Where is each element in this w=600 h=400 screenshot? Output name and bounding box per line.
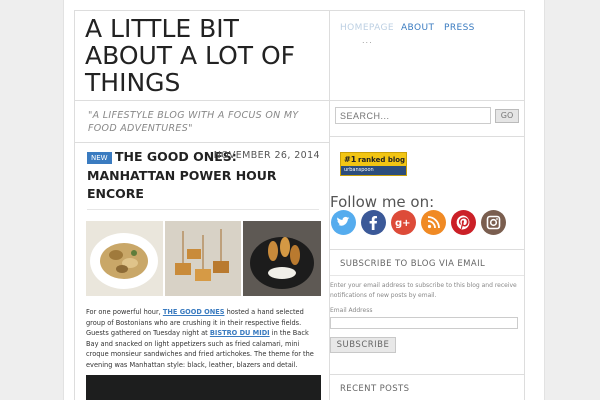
ranked-brand: urbanspoon	[341, 166, 406, 175]
recent-posts-heading: RECENT POSTS	[340, 384, 410, 394]
site-tagline: "A LIFESTYLE BLOG WITH A FOCUS ON MY FOO…	[88, 110, 299, 134]
the-good-ones-link[interactable]: THE GOOD ONES	[163, 308, 225, 316]
google-plus-icon[interactable]: g+	[391, 210, 416, 235]
instagram-icon[interactable]	[481, 210, 506, 235]
divider	[330, 136, 524, 137]
post-date: NOVEMBER 26, 2014	[213, 150, 320, 161]
croque-sandwich-photo[interactable]	[165, 221, 241, 296]
facebook-icon[interactable]	[361, 210, 386, 235]
twitter-icon[interactable]	[331, 210, 356, 235]
fried-artichoke-photo[interactable]	[243, 221, 321, 296]
urbanspoon-ranked-badge[interactable]: #1 ranked blog urbanspoon	[340, 152, 407, 176]
search-go-button[interactable]: GO	[495, 109, 519, 123]
nav-press[interactable]: PRESS	[444, 23, 475, 33]
divider	[330, 275, 524, 276]
subscribe-button[interactable]: SUBSCRIBE	[330, 337, 396, 353]
svg-text:g+: g+	[395, 218, 411, 229]
divider	[75, 100, 329, 101]
sidebar: HOMEPAGE ABOUT PRESS ... GO #1 ranked bl…	[330, 10, 525, 400]
social-icons: g+	[330, 210, 510, 236]
pinterest-icon[interactable]	[451, 210, 476, 235]
subscribe-heading: SUBSCRIBE TO BLOG VIA EMAIL	[340, 259, 486, 269]
follow-heading: Follow me on:	[330, 193, 435, 211]
main-column: A LITTLE BIT ABOUT A LOT OF THINGS "A LI…	[74, 10, 330, 400]
divider	[330, 374, 524, 375]
post-body-text: For one powerful hour,	[86, 308, 163, 316]
subscribe-description: Enter your email address to subscribe to…	[330, 282, 517, 299]
site-title[interactable]: A LITTLE BIT ABOUT A LOT OF THINGS	[85, 15, 325, 96]
nav-homepage[interactable]: HOMEPAGE	[340, 23, 394, 33]
post-photo-strip	[86, 221, 321, 296]
rss-icon[interactable]	[421, 210, 446, 235]
post-body: For one powerful hour, THE GOOD ONES hos…	[86, 307, 321, 370]
post-photo-dark[interactable]	[86, 375, 321, 400]
bistro-du-midi-link[interactable]: BISTRO DU MIDI	[210, 329, 270, 337]
ranked-text: ranked blog	[358, 156, 406, 164]
divider	[330, 249, 524, 250]
email-field[interactable]	[330, 317, 518, 329]
divider	[87, 209, 319, 210]
search-input[interactable]	[335, 107, 491, 124]
pasta-photo[interactable]	[86, 221, 163, 296]
new-badge: NEW	[87, 152, 112, 164]
ranked-number: #1	[344, 155, 357, 164]
divider	[75, 142, 329, 143]
divider	[330, 100, 524, 101]
nav-about[interactable]: ABOUT	[401, 23, 434, 33]
email-label: Email Address	[330, 307, 373, 314]
nav-more-dots[interactable]: ...	[362, 36, 373, 45]
